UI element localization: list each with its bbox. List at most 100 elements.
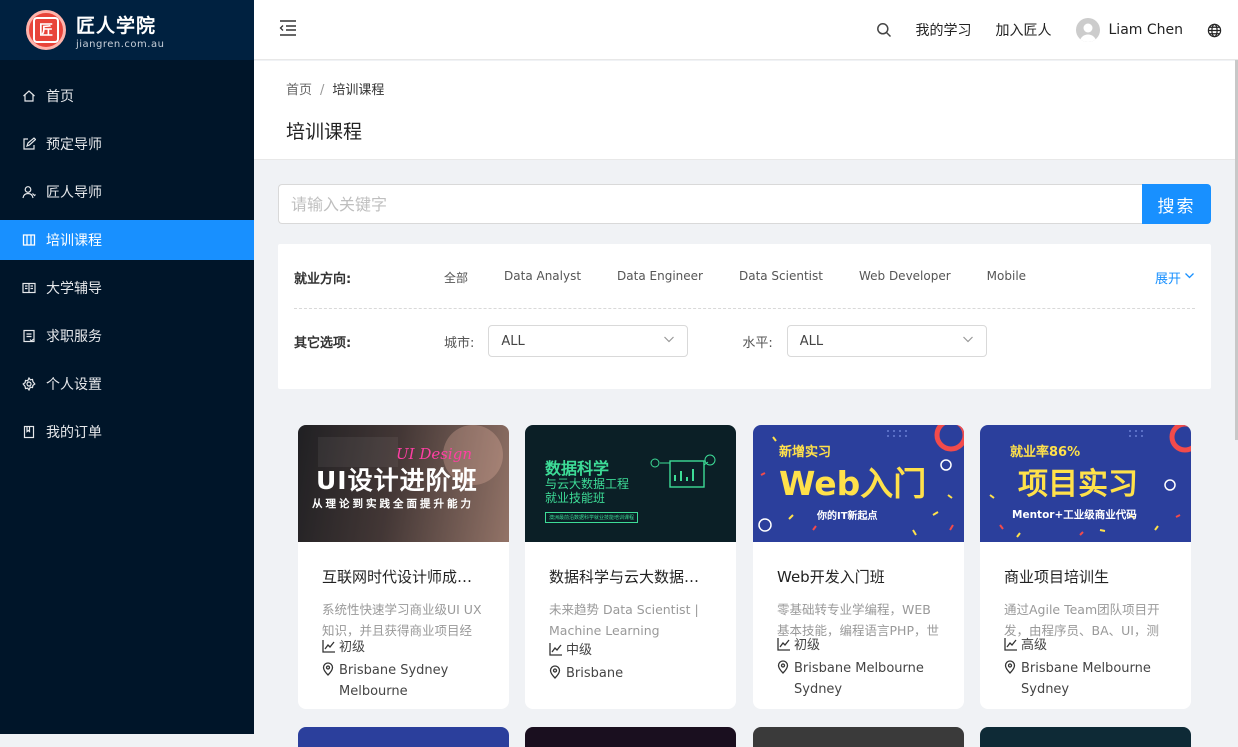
direction-label: 就业方向: (294, 272, 352, 287)
level-value: ALL (799, 333, 824, 349)
banner-title: 项目实习 (1018, 467, 1138, 502)
breadcrumb: 首页 / 培训课程 (286, 79, 384, 98)
divider (294, 308, 1195, 309)
expand-toggle[interactable]: 展开 (1155, 268, 1195, 287)
chevron-down-icon (962, 333, 974, 349)
sidebar-item-mentors[interactable]: 匠人导师 (0, 172, 254, 212)
course-card-partial[interactable] (525, 727, 736, 747)
menu-fold-icon[interactable] (278, 19, 298, 41)
course-title: 数据科学与云大数据工程 (549, 568, 712, 586)
banner-subtitle: 就业技能班 (545, 491, 606, 505)
course-card[interactable]: 就业率86% 项目实习 Mentor+工业级商业代码 商业项目培训生 通过Agi… (980, 425, 1191, 709)
course-banner: 就业率86% 项目实习 Mentor+工业级商业代码 (980, 425, 1191, 542)
banner-subtitle: 从理论到实践全面提升能力 (312, 498, 474, 510)
course-description: 未来趋势 Data Scientist | Machine Learning (549, 602, 699, 638)
sidebar-item-settings[interactable]: 个人设置 (0, 364, 254, 404)
course-level: 初级 (794, 638, 821, 653)
trend-icon (777, 635, 791, 658)
banner-subtitle: Mentor+工业级商业代码 (1012, 509, 1137, 521)
trend-icon (1004, 635, 1018, 658)
course-cities: Brisbane Melbourne Sydney (794, 661, 924, 697)
course-card[interactable]: 数据科学 与云大数据工程 就业技能班 澳洲最前沿数据科学就业技能培训课程 数据科… (525, 425, 736, 709)
course-card[interactable]: UI Design UI设计进阶班 从理论到实践全面提升能力 互联网时代设计师成… (298, 425, 509, 709)
location-icon (549, 663, 563, 686)
course-card[interactable]: 新增实习 Web入门 你的IT新起点 Web开发入门班 零基础转专业学编程，WE… (753, 425, 964, 709)
direction-option[interactable]: Mobile (987, 269, 1026, 286)
trend-icon (322, 637, 336, 660)
sidebar-item-label: 个人设置 (46, 377, 102, 393)
breadcrumb-current: 培训课程 (332, 83, 385, 98)
sidebar: 匠 匠人学院 jiangren.com.au 首页 预定导师 匠人导师 培训课程… (0, 0, 254, 734)
document-icon (22, 329, 36, 343)
sidebar-item-orders[interactable]: 我的订单 (0, 412, 254, 452)
course-cities: Brisbane Sydney Melbourne (339, 663, 449, 699)
course-level: 初级 (339, 640, 366, 655)
search-input[interactable] (278, 184, 1142, 224)
brand-subtitle: jiangren.com.au (76, 38, 165, 50)
sidebar-item-courses[interactable]: 培训课程 (0, 220, 254, 260)
course-card-partial[interactable] (298, 727, 509, 747)
course-card-partial[interactable] (980, 727, 1191, 747)
gear-icon (22, 377, 36, 391)
sidebar-item-label: 匠人导师 (46, 185, 102, 201)
course-card-partial[interactable] (753, 727, 964, 747)
course-description: 系统性快速学习商业级UI UX知识，并且获得商业项目经验，增加面试筹码 (322, 602, 482, 638)
page-title: 培训课程 (286, 121, 363, 143)
course-level: 高级 (1021, 638, 1048, 653)
edit-icon (22, 137, 36, 151)
my-learning-link[interactable]: 我的学习 (916, 20, 972, 40)
direction-option[interactable]: Data Engineer (617, 269, 703, 286)
course-banner: UI Design UI设计进阶班 从理论到实践全面提升能力 (298, 425, 509, 542)
sidebar-item-label: 我的订单 (46, 425, 102, 441)
direction-option[interactable]: Data Scientist (739, 269, 823, 286)
banner-tag: 就业率86% (1010, 445, 1081, 460)
user-name: Liam Chen (1108, 22, 1184, 38)
chevron-down-icon (1184, 270, 1195, 285)
search-icon[interactable] (876, 22, 892, 38)
course-cities: Brisbane Melbourne Sydney (1021, 661, 1151, 697)
sidebar-item-university[interactable]: 大学辅导 (0, 268, 254, 308)
direction-option[interactable]: 全部 (444, 269, 468, 286)
level-select[interactable]: ALL (786, 325, 987, 357)
globe-icon[interactable] (1207, 23, 1222, 38)
sidebar-item-label: 首页 (46, 89, 74, 105)
user-icon (22, 185, 36, 199)
other-options-label: 其它选项: (294, 335, 352, 351)
breadcrumb-separator: / (320, 83, 325, 98)
breadcrumb-home[interactable]: 首页 (286, 83, 312, 98)
level-label: 水平: (742, 335, 773, 351)
logo-icon: 匠 (26, 10, 66, 50)
banner-subtitle: 你的IT新起点 (817, 511, 878, 522)
sidebar-item-book-mentor[interactable]: 预定导师 (0, 124, 254, 164)
banner-title: Web入门 (779, 464, 927, 503)
chevron-down-icon (663, 333, 675, 349)
home-icon (22, 89, 36, 103)
sidebar-item-label: 预定导师 (46, 137, 102, 153)
direction-option[interactable]: Data Analyst (504, 269, 581, 286)
course-title: Web开发入门班 (777, 568, 885, 586)
location-icon (1004, 658, 1018, 700)
sidebar-item-career[interactable]: 求职服务 (0, 316, 254, 356)
direction-option[interactable]: Web Developer (859, 269, 951, 286)
sidebar-item-home[interactable]: 首页 (0, 76, 254, 116)
user-menu[interactable]: Liam Chen (1075, 18, 1184, 42)
direction-options: 全部 Data Analyst Data Engineer Data Scien… (444, 269, 1062, 286)
city-value: ALL (501, 333, 525, 349)
brand-title: 匠人学院 (76, 14, 157, 37)
course-banner: 数据科学 与云大数据工程 就业技能班 澳洲最前沿数据科学就业技能培训课程 (525, 425, 736, 542)
course-title: 商业项目培训生 (1004, 568, 1110, 586)
page-header: 首页 / 培训课程 培训课程 (254, 61, 1238, 160)
city-select[interactable]: ALL (488, 325, 689, 357)
course-level: 中级 (566, 643, 593, 658)
logo[interactable]: 匠 匠人学院 jiangren.com.au (0, 0, 254, 60)
search-bar: 搜索 (278, 184, 1211, 224)
search-button[interactable]: 搜索 (1142, 184, 1211, 224)
banner-title: UI设计进阶班 (316, 466, 478, 495)
sidebar-item-label: 培训课程 (46, 233, 102, 249)
book-icon (22, 281, 36, 295)
filter-panel: 就业方向: 全部 Data Analyst Data Engineer Data… (278, 244, 1211, 389)
join-link[interactable]: 加入匠人 (996, 20, 1052, 40)
sidebar-menu: 首页 预定导师 匠人导师 培训课程 大学辅导 求职服务 个人设置 我的订单 (0, 76, 254, 452)
order-icon (22, 425, 36, 439)
expand-label: 展开 (1154, 272, 1181, 287)
